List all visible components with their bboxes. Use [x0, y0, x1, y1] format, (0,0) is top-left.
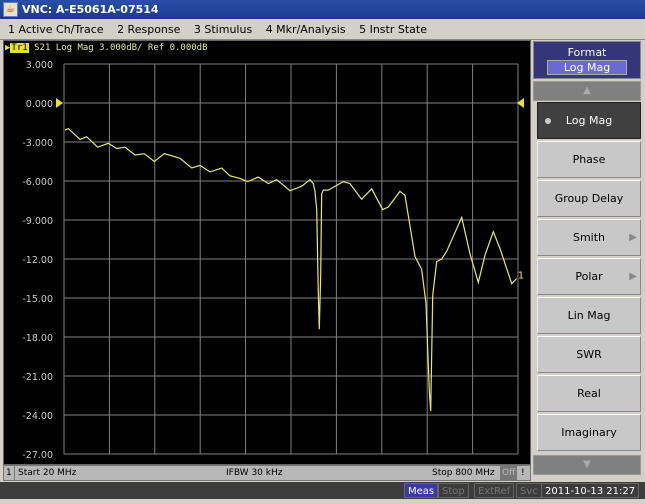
softkey-label: Smith	[572, 231, 606, 244]
scroll-down-button[interactable]: ▼	[533, 455, 641, 475]
y-tick-label: 3.000	[26, 60, 53, 71]
warning-indicator: !	[521, 468, 525, 478]
softkey-label: Group Delay	[554, 192, 624, 205]
softkey-label: Real	[577, 387, 601, 400]
softkey-real[interactable]: Real	[537, 375, 641, 412]
trace-info: ▶Tr1 S21 Log Mag 3.000dB/ Ref 0.000dB	[5, 43, 208, 53]
y-tick-label: -3.000	[22, 138, 53, 149]
meas-indicator: Meas	[404, 483, 439, 498]
datetime: 2011-10-13 21:27	[541, 483, 640, 498]
softkey-imaginary[interactable]: Imaginary	[537, 414, 641, 451]
triangle-up-icon: ▲	[583, 85, 591, 96]
softkey-panel: Format Log Mag ▲ Log Mag Phase Group Delay…	[532, 40, 645, 480]
svc-indicator: Svc	[516, 483, 542, 498]
softkey-label: Polar	[575, 270, 603, 283]
softkey-smith[interactable]: Smith ▶	[537, 219, 641, 256]
triangle-down-icon: ▼	[583, 459, 591, 470]
softkey-swr[interactable]: SWR	[537, 336, 641, 373]
stop-frequency[interactable]: Stop 800 MHz	[432, 466, 495, 480]
y-tick-label: -24.00	[22, 411, 53, 422]
ifbw[interactable]: IFBW 30 kHz	[226, 466, 282, 480]
softkey-menu-header: Format Log Mag	[533, 41, 641, 79]
y-tick-label: -21.00	[22, 372, 53, 383]
submenu-arrow-icon: ▶	[629, 271, 637, 282]
softkey-label: Imaginary	[561, 426, 617, 439]
channel-status-bar: 1 Start 20 MHz IFBW 30 kHz Stop 800 MHz …	[3, 465, 531, 481]
trace-label[interactable]: Tr1	[10, 43, 29, 53]
y-tick-label: -6.000	[22, 177, 53, 188]
current-format: Log Mag	[547, 60, 627, 75]
submenu-arrow-icon: ▶	[629, 232, 637, 243]
y-tick-label: 0.000	[26, 99, 53, 110]
scroll-up-button[interactable]: ▲	[533, 81, 641, 101]
off-indicator: Off	[500, 466, 518, 480]
selected-indicator-icon	[545, 118, 551, 124]
y-tick-label: -18.00	[22, 333, 53, 344]
reference-marker-left-icon	[56, 98, 63, 108]
softkey-label: Log Mag	[565, 114, 613, 127]
softkey-label: Phase	[572, 153, 606, 166]
channel-number: 1	[6, 466, 15, 480]
y-tick-label: -12.00	[22, 255, 53, 266]
softkey-polar[interactable]: Polar ▶	[537, 258, 641, 295]
start-frequency[interactable]: Start 20 MHz	[18, 466, 76, 480]
y-tick-label: -27.00	[22, 450, 53, 461]
trace-params: S21 Log Mag 3.000dB/ Ref 0.000dB	[34, 43, 208, 53]
extref-indicator: ExtRef	[474, 483, 515, 498]
softkey-label: Lin Mag	[567, 309, 611, 322]
menu-title: Format	[567, 46, 607, 59]
instrument-status-bar: Meas Stop ExtRef Svc 2011-10-13 21:27	[0, 482, 645, 499]
y-tick-label: -9.000	[22, 216, 53, 227]
softkey-group-delay[interactable]: Group Delay	[537, 180, 641, 217]
stop-indicator: Stop	[438, 483, 469, 498]
marker-1-label: 1	[518, 271, 524, 282]
y-tick-label: -15.00	[22, 294, 53, 305]
softkey-log-mag[interactable]: Log Mag	[537, 102, 641, 139]
softkey-label: SWR	[576, 348, 602, 361]
softkey-phase[interactable]: Phase	[537, 141, 641, 178]
softkey-lin-mag[interactable]: Lin Mag	[537, 297, 641, 334]
